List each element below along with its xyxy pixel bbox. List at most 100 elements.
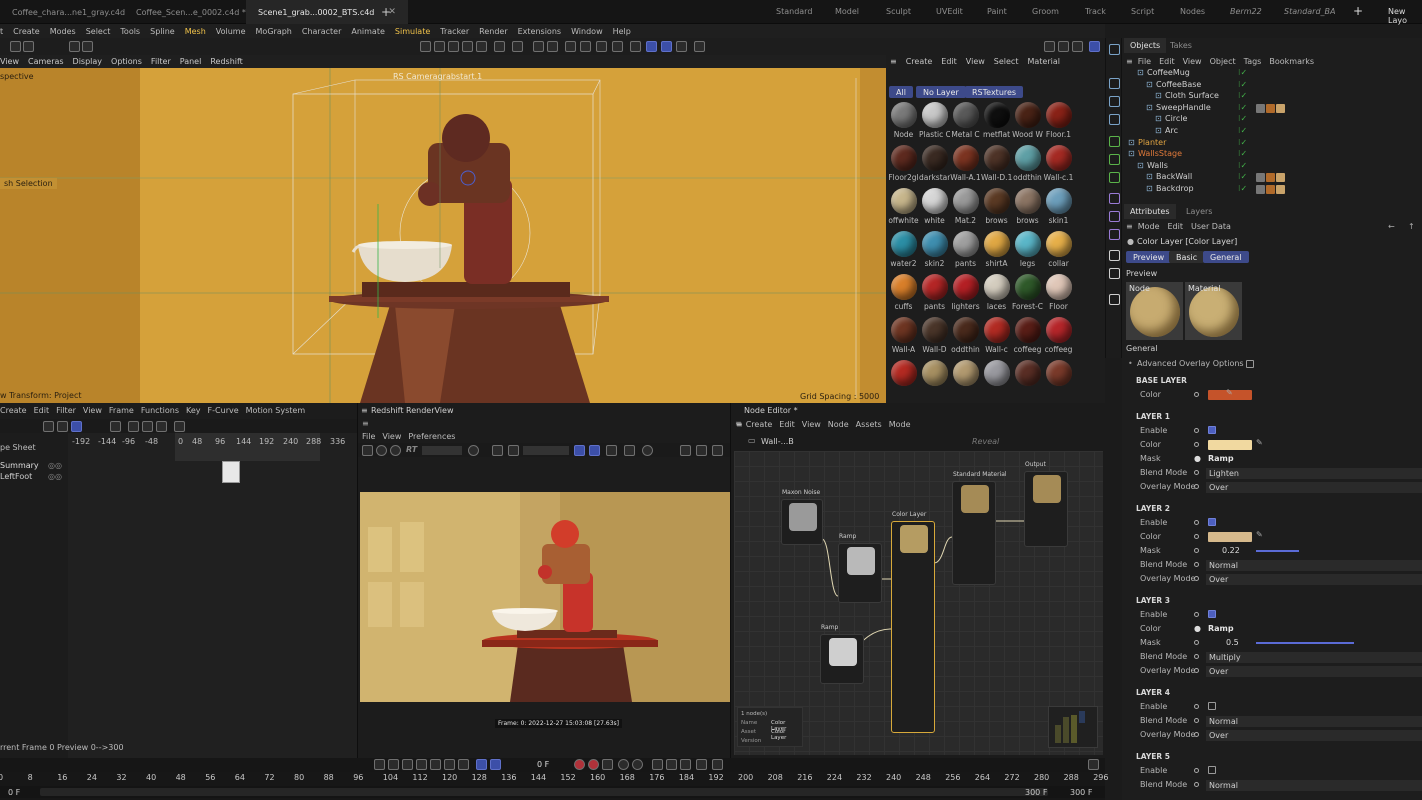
- node-canvas[interactable]: Maxon Noise Ramp Ramp Color Layer Standa…: [734, 451, 1103, 755]
- axis-icon[interactable]: [596, 41, 607, 52]
- keyframe-dot[interactable]: [1194, 768, 1199, 773]
- text-icon[interactable]: [1109, 114, 1120, 125]
- menu-item[interactable]: Edit: [1168, 222, 1184, 231]
- layer1-enable-checkbox[interactable]: [1208, 426, 1216, 434]
- text-tool-icon[interactable]: [69, 41, 80, 52]
- material-swatch[interactable]: coffeeg: [1043, 315, 1074, 357]
- snap-icon[interactable]: [547, 41, 558, 52]
- filter-all[interactable]: All: [889, 86, 913, 98]
- add-layout-icon[interactable]: +: [1353, 4, 1363, 18]
- prev-frame-icon[interactable]: [402, 759, 413, 770]
- layer2-color-swatch[interactable]: [1208, 532, 1252, 542]
- keyframe-dot[interactable]: [1194, 470, 1199, 475]
- menu-item[interactable]: Bookmarks: [1269, 57, 1314, 66]
- play-icon[interactable]: [376, 445, 387, 456]
- menu-item[interactable]: Node: [828, 420, 849, 429]
- layer1-overlay-dropdown[interactable]: Over: [1206, 482, 1422, 493]
- menu-item[interactable]: Animate: [351, 27, 385, 36]
- last-frame-icon[interactable]: [458, 759, 469, 770]
- keyframe-dot[interactable]: [1194, 576, 1199, 581]
- layer3-mask-slider[interactable]: [1256, 642, 1354, 644]
- visibility-check-icon[interactable]: ⁝✓: [1238, 80, 1247, 89]
- move-icon[interactable]: [110, 421, 121, 432]
- rotate-icon[interactable]: [448, 41, 459, 52]
- material-swatch[interactable]: [888, 358, 919, 400]
- material-swatch[interactable]: white: [919, 186, 950, 228]
- file-tab[interactable]: Coffee_Scen...e_0002.c4d *: [124, 0, 258, 24]
- paint-icon[interactable]: [512, 41, 523, 52]
- magnet-icon[interactable]: [533, 41, 544, 52]
- bottom-ruler[interactable]: 0 8 16 24 32 40 48 56 64 72 80 88 96 104 112 120 128 136 1…: [0, 772, 1108, 786]
- circle-icon[interactable]: [642, 445, 653, 456]
- record-icon[interactable]: [574, 759, 585, 770]
- param-key-icon[interactable]: [696, 759, 707, 770]
- keyframe-dot[interactable]: [1194, 612, 1199, 617]
- menu-item[interactable]: Select: [86, 27, 111, 36]
- track-leftfoot[interactable]: LeftFoot: [0, 472, 32, 481]
- visibility-check-icon[interactable]: ⁝✓: [1238, 161, 1247, 170]
- track-summary[interactable]: Summary: [0, 461, 39, 470]
- subtab-general[interactable]: General: [1203, 251, 1249, 263]
- link-icon[interactable]: ●: [1194, 624, 1201, 633]
- menu-item[interactable]: Window: [571, 27, 603, 36]
- menu-item[interactable]: Tracker: [440, 27, 469, 36]
- key-icon[interactable]: [156, 421, 167, 432]
- view-mode-icon[interactable]: [57, 421, 68, 432]
- material-swatch[interactable]: Wood W: [1012, 100, 1043, 142]
- material-swatch[interactable]: laces: [981, 272, 1012, 314]
- object-row[interactable]: ⊡ BackWall ⁝✓: [1122, 172, 1422, 184]
- material-swatch[interactable]: Plastic C: [919, 100, 950, 142]
- keyframe-dot[interactable]: [1194, 654, 1199, 659]
- object-row[interactable]: ⊡ Planter ⁝✓: [1122, 138, 1422, 150]
- panel-icon[interactable]: [1058, 41, 1069, 52]
- menu-item[interactable]: Panel: [180, 57, 202, 66]
- menu-item[interactable]: Edit: [941, 57, 957, 66]
- color-layer-node[interactable]: Color Layer: [891, 511, 935, 733]
- brush-icon[interactable]: [1109, 294, 1120, 305]
- first-frame-icon[interactable]: [374, 759, 385, 770]
- object-row[interactable]: ⊡ Circle ⁝✓: [1122, 114, 1422, 126]
- next-frame-icon[interactable]: [430, 759, 441, 770]
- menu-item[interactable]: Spline: [150, 27, 175, 36]
- mograph-icon[interactable]: [1109, 136, 1120, 147]
- menu-item[interactable]: View: [1183, 57, 1202, 66]
- play-icon[interactable]: [416, 759, 427, 770]
- snowflake-icon[interactable]: [606, 445, 617, 456]
- material-tag-icon[interactable]: [1256, 185, 1265, 194]
- eyedropper-icon[interactable]: ✎: [1256, 438, 1263, 447]
- menu-item[interactable]: Functions: [141, 406, 179, 415]
- visibility-check-icon[interactable]: ⁝✓: [1238, 91, 1247, 100]
- next-key-icon[interactable]: [444, 759, 455, 770]
- cloner-icon[interactable]: [1109, 154, 1120, 165]
- move-icon[interactable]: [420, 41, 431, 52]
- frame-all-icon[interactable]: [128, 421, 139, 432]
- layout-icon[interactable]: [580, 41, 591, 52]
- visibility-check-icon[interactable]: ⁝✓: [1238, 126, 1247, 135]
- material-swatch[interactable]: [1043, 358, 1074, 400]
- layout-tab[interactable]: UVEdit: [936, 7, 963, 16]
- effector-icon[interactable]: [1109, 172, 1120, 183]
- menu-item[interactable]: Edit: [779, 420, 795, 429]
- keyframe-dot[interactable]: [1194, 718, 1199, 723]
- layer5-enable-checkbox[interactable]: [1208, 766, 1216, 774]
- material-swatch[interactable]: offwhite: [888, 186, 919, 228]
- menu-item[interactable]: Modes: [50, 27, 76, 36]
- menu-item[interactable]: Preferences: [408, 432, 455, 441]
- material-tag-icon[interactable]: [1276, 185, 1285, 194]
- eyedropper-icon[interactable]: ✎: [1226, 388, 1233, 397]
- menu-item[interactable]: User Data: [1191, 222, 1231, 231]
- material-swatch[interactable]: Wall-A.1: [950, 143, 981, 185]
- material-swatch[interactable]: cuffs: [888, 272, 919, 314]
- object-row[interactable]: ⊡ CoffeeMug ⁝✓: [1122, 68, 1422, 80]
- menu-item[interactable]: Tags: [1244, 57, 1262, 66]
- keyframe-dot[interactable]: [1194, 428, 1199, 433]
- crop-icon[interactable]: [508, 445, 519, 456]
- filter-rstextures[interactable]: RSTextures: [965, 86, 1024, 98]
- expand-icon[interactable]: [1088, 759, 1099, 770]
- visibility-check-icon[interactable]: ⁝✓: [1238, 68, 1247, 77]
- panel-icon[interactable]: [1044, 41, 1055, 52]
- material-swatch[interactable]: lighters: [950, 272, 981, 314]
- material-swatch[interactable]: legs: [1012, 229, 1043, 271]
- hamburger-icon[interactable]: ≡: [890, 57, 897, 66]
- auto-key-icon[interactable]: [588, 759, 599, 770]
